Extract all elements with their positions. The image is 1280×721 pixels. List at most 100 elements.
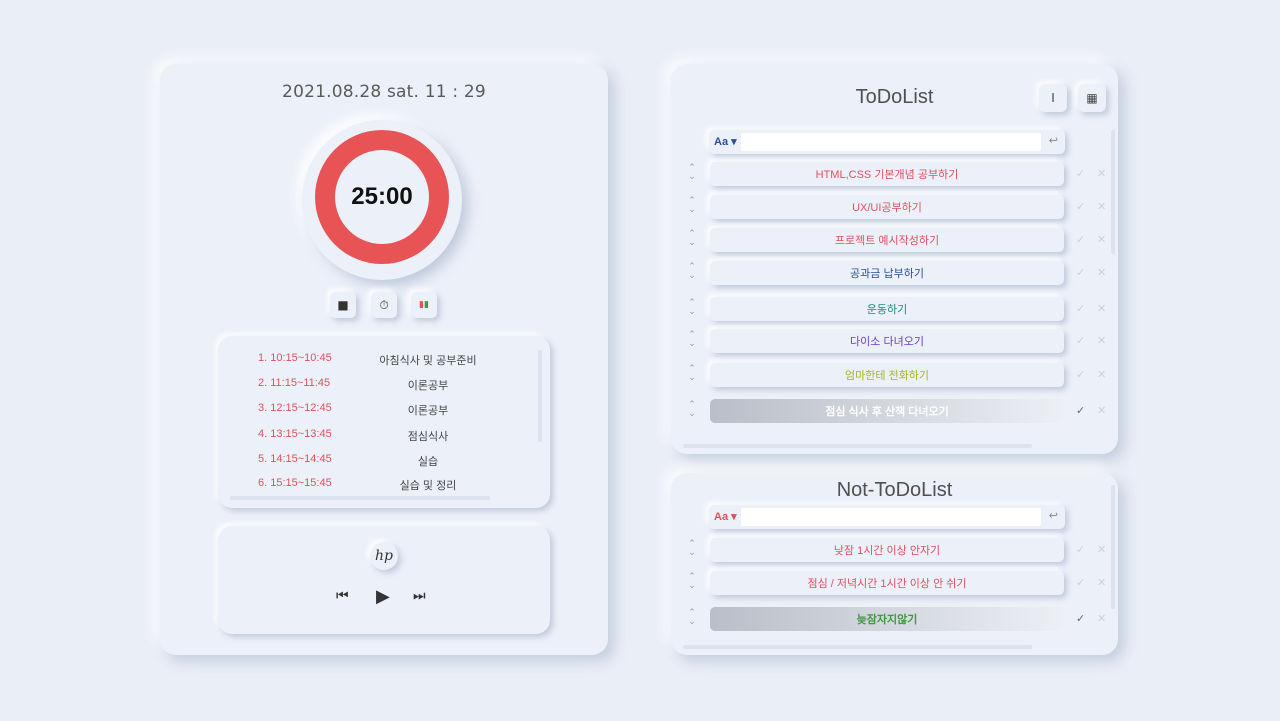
schedule-row[interactable]: 6. 15:15~15:45 실습 및 정리 [218,477,528,495]
list-view-button[interactable]: I [1039,84,1067,112]
check-icon[interactable]: ✓ [1076,612,1085,625]
schedule-list: 1. 10:15~10:45 아침식사 및 공부준비 2. 11:15~11:4… [218,336,550,508]
schedule-row[interactable]: 2. 11:15~11:45 이론공부 [218,377,528,395]
todo-horizontal-scrollbar[interactable] [683,444,1032,448]
todo-item-text[interactable]: 운동하기 [710,297,1064,321]
drag-handle-icon[interactable]: ⌃ ⌄ [687,401,697,419]
delete-icon[interactable]: ✕ [1097,266,1106,279]
list-item: ⌃ ⌄ 다이소 다녀오기 ✓ ✕ [671,329,1118,355]
schedule-horizontal-scrollbar[interactable] [230,496,490,500]
delete-icon[interactable]: ✕ [1097,167,1106,180]
todo-item-text[interactable]: 프로젝트 예시작성하기 [710,228,1064,252]
todo-item-text[interactable]: UX/UI공부하기 [710,195,1064,219]
not-todo-input[interactable] [741,508,1041,526]
drag-handle-icon[interactable]: ⌃ ⌄ [687,164,697,182]
todo-item-text[interactable]: 공과금 납부하기 [710,261,1064,285]
drag-handle-icon[interactable]: ⌃ ⌄ [687,299,697,317]
schedule-task: 이론공부 [407,380,449,392]
list-item: ⌃ ⌄ 늦잠자지않기 ✓ ✕ [671,607,1118,633]
enter-icon[interactable]: ↩ [1049,509,1058,522]
todo-item-text[interactable]: HTML,CSS 기본개념 공부하기 [710,162,1064,186]
delete-icon[interactable]: ✕ [1097,200,1106,213]
list-item: ⌃ ⌄ 낮잠 1시간 이상 안자기 ✓ ✕ [671,538,1118,564]
music-player: hp ⏮ ▶ ⏭ [218,526,550,634]
todo-item-text[interactable]: 점심 식사 후 산책 다녀오기 [710,399,1064,423]
drag-handle-icon[interactable]: ⌃ ⌄ [687,573,697,591]
next-track-icon[interactable]: ⏭ [413,588,426,604]
check-icon[interactable]: ✓ [1076,233,1085,246]
delete-icon[interactable]: ✕ [1097,404,1106,417]
todo-input-row: Aa ▾ ↩ [709,130,1065,154]
schedule-time: 3. 12:15~12:45 [258,402,332,414]
list-item: ⌃ ⌄ 프로젝트 예시작성하기 ✓ ✕ [671,228,1118,254]
delete-icon[interactable]: ✕ [1097,368,1106,381]
schedule-task: 실습 [417,456,439,468]
todo-item-text[interactable]: 엄마한테 전화하기 [710,363,1064,387]
delete-icon[interactable]: ✕ [1097,334,1106,347]
check-icon[interactable]: ✓ [1076,576,1085,589]
todo-item-text[interactable]: 늦잠자지않기 [710,607,1064,631]
list-view-icon: I [1051,91,1055,105]
not-todo-vertical-scrollbar[interactable] [1111,485,1115,609]
not-todo-horizontal-scrollbar[interactable] [683,645,1032,649]
todo-panel: ToDoList I ▦ Aa ▾ ↩ ⌃ ⌄ HTML,CSS 기본개념 공부하기… [671,64,1118,454]
check-icon[interactable]: ✓ [1076,167,1085,180]
drag-handle-icon[interactable]: ⌃ ⌄ [687,540,697,558]
play-icon[interactable]: ▶ [376,586,390,607]
schedule-vertical-scrollbar[interactable] [538,350,542,442]
grid-view-button[interactable]: ▦ [1078,84,1106,112]
drag-handle-icon[interactable]: ⌃ ⌄ [687,230,697,248]
schedule-task: 이론공부 [407,405,449,417]
pause-button[interactable]: ▮▮ [411,292,437,318]
delete-icon[interactable]: ✕ [1097,302,1106,315]
enter-icon[interactable]: ↩ [1049,134,1058,147]
todo-item-text[interactable]: 낮잠 1시간 이상 안자기 [710,538,1064,562]
previous-track-icon[interactable]: ⏮ [336,588,349,604]
check-icon[interactable]: ✓ [1076,368,1085,381]
list-item: ⌃ ⌄ HTML,CSS 기본개념 공부하기 ✓ ✕ [671,162,1118,188]
todo-vertical-scrollbar[interactable] [1111,130,1115,254]
drag-handle-icon[interactable]: ⌃ ⌄ [687,365,697,383]
schedule-row[interactable]: 5. 14:15~14:45 실습 [218,453,528,471]
drag-handle-icon[interactable]: ⌃ ⌄ [687,197,697,215]
todo-item-text[interactable]: 다이소 다녀오기 [710,329,1064,353]
check-icon[interactable]: ✓ [1076,200,1085,213]
drag-handle-icon[interactable]: ⌃ ⌄ [687,609,697,627]
delete-icon[interactable]: ✕ [1097,612,1106,625]
delete-icon[interactable]: ✕ [1097,576,1106,589]
check-icon[interactable]: ✓ [1076,404,1085,417]
schedule-time: 4. 13:15~13:45 [258,428,332,440]
drag-handle-icon[interactable]: ⌃ ⌄ [687,331,697,349]
not-todo-title: Not-ToDoList [836,479,953,501]
timer-dial[interactable]: 25:00 [302,120,462,280]
stopwatch-icon: ⏱ [379,297,389,312]
schedule-time: 1. 10:15~10:45 [258,352,332,364]
delete-icon[interactable]: ✕ [1097,233,1106,246]
check-icon[interactable]: ✓ [1076,543,1085,556]
schedule-time: 6. 15:15~15:45 [258,477,332,489]
not-todo-panel: Not-ToDoList Aa ▾ ↩ ⌃ ⌄ 낮잠 1시간 이상 안자기 ✓ ✕ ⌃ ⌄ 점… [671,473,1118,655]
todo-input[interactable] [741,133,1041,151]
stopwatch-button[interactable]: ⏱ [371,292,397,318]
not-todo-input-row: Aa ▾ ↩ [709,505,1065,529]
list-item: ⌃ ⌄ 엄마한테 전화하기 ✓ ✕ [671,363,1118,389]
check-icon[interactable]: ✓ [1076,302,1085,315]
check-icon[interactable]: ✓ [1076,334,1085,347]
grid-view-icon: ▦ [1086,91,1098,105]
check-icon[interactable]: ✓ [1076,266,1085,279]
schedule-time: 5. 14:15~14:45 [258,453,332,465]
font-style-dropdown[interactable]: Aa ▾ [714,135,737,148]
hp-logo-icon: hp [370,542,398,570]
schedule-row[interactable]: 4. 13:15~13:45 점심식사 [218,428,528,446]
todo-item-text[interactable]: 점심 / 저녁시간 1시간 이상 안 쉬기 [710,571,1064,595]
pomodoro-panel: 2021.08.28 sat. 11 : 29 25:00 ■ ⏱ ▮▮ 1. … [160,64,608,655]
list-item: ⌃ ⌄ UX/UI공부하기 ✓ ✕ [671,195,1118,221]
schedule-task: 실습 및 정리 [399,480,457,492]
delete-icon[interactable]: ✕ [1097,543,1106,556]
schedule-row[interactable]: 1. 10:15~10:45 아침식사 및 공부준비 [218,352,528,370]
schedule-row[interactable]: 3. 12:15~12:45 이론공부 [218,402,528,420]
drag-handle-icon[interactable]: ⌃ ⌄ [687,263,697,281]
stop-button[interactable]: ■ [330,292,356,318]
list-item: ⌃ ⌄ 운동하기 ✓ ✕ [671,297,1118,323]
font-style-dropdown[interactable]: Aa ▾ [714,510,737,523]
